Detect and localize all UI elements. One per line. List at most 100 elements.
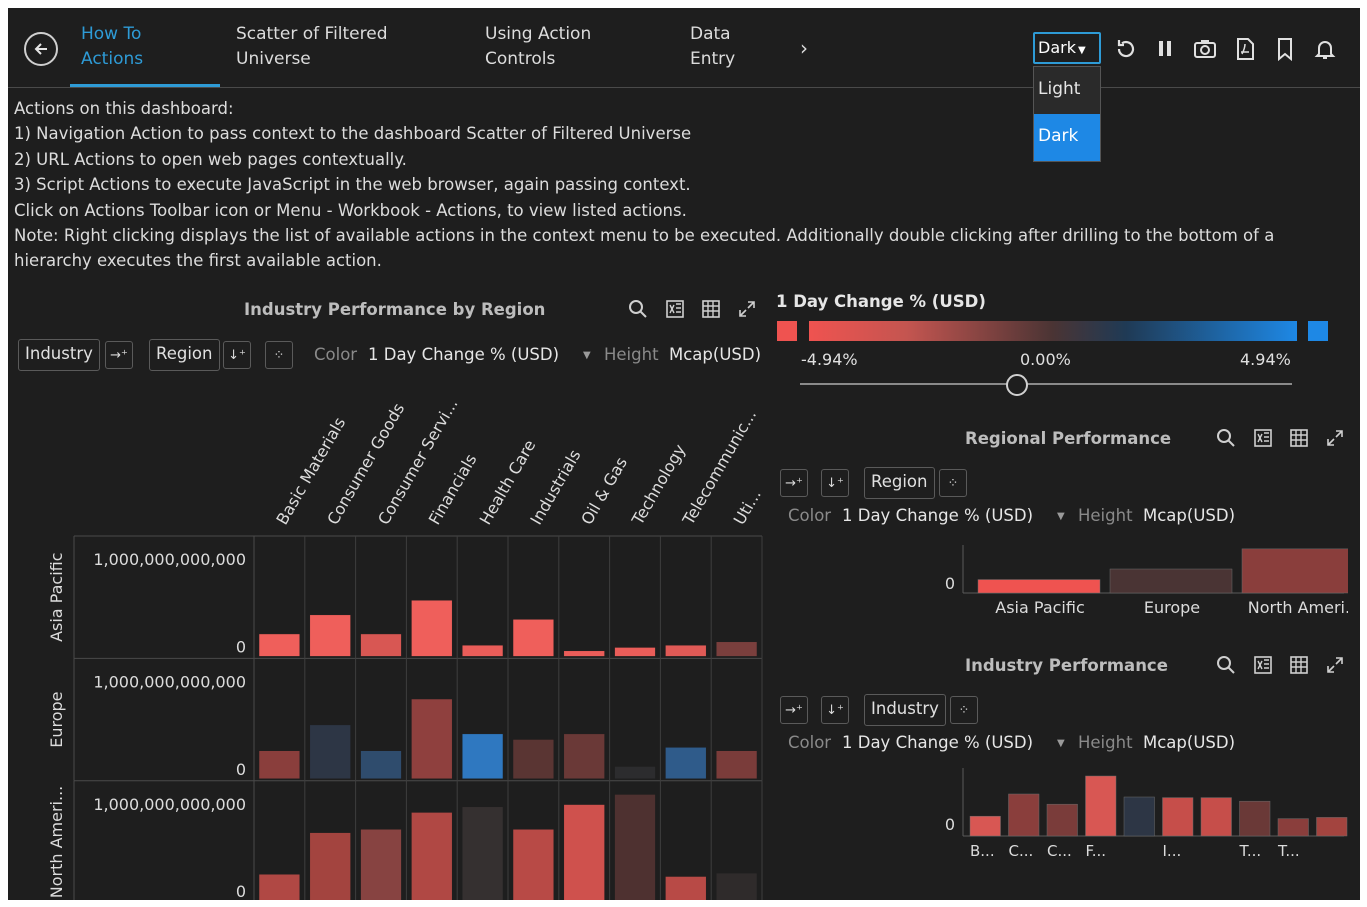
region-dimension-pill[interactable]: Region: [864, 467, 935, 499]
category-tick-label: F...: [1086, 842, 1107, 860]
bar: [258, 633, 301, 657]
drill-across-button[interactable]: →⁺: [780, 696, 808, 724]
drill-down-button[interactable]: ↓⁺: [223, 341, 251, 369]
color-measure-select[interactable]: 1 Day Change % (USD): [842, 733, 1033, 752]
bar: [1162, 797, 1194, 837]
bar: [360, 750, 402, 780]
y-tick-label: 1,000,000,000,000: [93, 672, 246, 691]
y-tick-label: 0: [236, 637, 246, 656]
bar: [1200, 797, 1232, 837]
industry-performance-title: Industry Performance: [965, 656, 1168, 675]
height-label: Height: [1078, 733, 1133, 752]
description-line: 1) Navigation Action to pass context to …: [14, 124, 692, 144]
scatter-toggle-button[interactable]: ⁘: [939, 469, 967, 497]
excel-export-icon[interactable]: [1253, 655, 1273, 675]
drill-across-icon: →⁺: [110, 347, 128, 363]
height-measure-select[interactable]: Mcap(USD): [1143, 506, 1235, 525]
region-row-label: North Ameri...: [47, 786, 66, 899]
bar: [512, 829, 555, 900]
scatter-toggle-button[interactable]: ⁘: [265, 341, 293, 369]
tab-using-action-controls[interactable]: Using Action Controls: [485, 22, 591, 72]
category-tick-label: C...: [1047, 842, 1072, 860]
bar: [411, 599, 453, 657]
category-tick-label: Europe: [1144, 598, 1200, 617]
tab-data-entry[interactable]: Data Entry: [690, 22, 735, 72]
drill-across-button[interactable]: →⁺: [780, 469, 808, 497]
bar: [1008, 793, 1040, 837]
chevron-right-icon[interactable]: ›: [800, 36, 808, 60]
category-tick-label: I...: [1163, 842, 1182, 860]
drill-down-button[interactable]: ↓⁺: [821, 696, 849, 724]
caret-down-icon[interactable]: ▼: [1057, 511, 1065, 522]
excel-export-icon[interactable]: [665, 299, 685, 319]
color-measure-select[interactable]: 1 Day Change % (USD): [368, 345, 559, 364]
category-tick-label: Industrials: [526, 446, 584, 528]
color-measure-select[interactable]: 1 Day Change % (USD): [842, 506, 1033, 525]
theme-select[interactable]: Dark ▼: [1033, 32, 1101, 64]
bar: [258, 873, 301, 900]
bar: [1239, 800, 1271, 837]
industry-region-title: Industry Performance by Region: [244, 300, 546, 319]
search-icon[interactable]: [1216, 655, 1236, 675]
bookmark-icon[interactable]: [1273, 37, 1297, 61]
y-tick-label: 0: [945, 815, 955, 834]
search-icon[interactable]: [1216, 428, 1236, 448]
bar: [563, 804, 605, 900]
legend-min-label: -4.94%: [801, 350, 858, 369]
tab-how-to-actions[interactable]: How To Actions: [81, 22, 143, 72]
bar: [512, 619, 555, 657]
height-measure-select[interactable]: Mcap(USD): [669, 345, 761, 364]
caret-down-icon[interactable]: ▼: [583, 350, 591, 361]
theme-option-dark[interactable]: Dark: [1034, 114, 1100, 161]
pdf-icon[interactable]: [1233, 37, 1257, 61]
expand-icon[interactable]: [1325, 655, 1345, 675]
bar: [614, 794, 656, 900]
bell-icon[interactable]: [1313, 37, 1337, 61]
tab-label-line1: Scatter of Filtered: [236, 24, 388, 44]
search-icon[interactable]: [628, 299, 648, 319]
tab-label-line1: Data: [690, 24, 731, 44]
bar: [309, 614, 351, 657]
category-tick-label: Financials: [425, 451, 481, 528]
bar: [360, 633, 402, 657]
pause-icon[interactable]: [1153, 37, 1177, 61]
bar: [1123, 796, 1155, 837]
theme-selected-value: Dark: [1038, 38, 1076, 57]
industry-dimension-pill[interactable]: Industry: [864, 694, 946, 726]
description-line: Actions on this dashboard:: [14, 99, 234, 118]
legend-slider-handle[interactable]: [1006, 374, 1028, 396]
height-measure-select[interactable]: Mcap(USD): [1143, 733, 1235, 752]
tab-label-line2: Actions: [81, 49, 144, 69]
region-row-label: Asia Pacific: [47, 552, 66, 641]
y-tick-label: 0: [236, 760, 246, 779]
expand-icon[interactable]: [1325, 428, 1345, 448]
scatter-toggle-button[interactable]: ⁘: [950, 696, 978, 724]
drill-down-button[interactable]: ↓⁺: [821, 469, 849, 497]
region-dimension-pill[interactable]: Region: [149, 339, 220, 371]
height-label: Height: [604, 345, 659, 364]
bar: [411, 698, 453, 780]
drill-across-icon: →⁺: [785, 475, 803, 491]
bar: [1316, 817, 1348, 837]
table-icon[interactable]: [701, 299, 721, 319]
bar: [1085, 775, 1117, 837]
drill-across-button[interactable]: →⁺: [105, 341, 133, 369]
theme-option-light[interactable]: Light: [1034, 67, 1100, 114]
table-icon[interactable]: [1289, 655, 1309, 675]
table-icon[interactable]: [1289, 428, 1309, 448]
bar: [461, 806, 504, 900]
tab-scatter-filtered-universe[interactable]: Scatter of Filtered Universe: [236, 22, 388, 72]
top-nav: How To Actions Scatter of Filtered Unive…: [8, 8, 1360, 88]
industry-dimension-pill[interactable]: Industry: [18, 339, 100, 371]
excel-export-icon[interactable]: [1253, 428, 1273, 448]
scatter-icon: ⁘: [947, 475, 959, 491]
back-button[interactable]: [24, 32, 58, 66]
legend-mid-label: 0.00%: [1020, 350, 1071, 369]
caret-down-icon[interactable]: ▼: [1057, 738, 1065, 749]
expand-icon[interactable]: [737, 299, 757, 319]
refresh-icon[interactable]: [1113, 37, 1137, 61]
camera-icon[interactable]: [1193, 37, 1217, 61]
category-tick-label: Asia Pacific: [995, 598, 1084, 617]
caret-down-icon: ▼: [1077, 45, 1086, 56]
bar: [715, 872, 758, 900]
